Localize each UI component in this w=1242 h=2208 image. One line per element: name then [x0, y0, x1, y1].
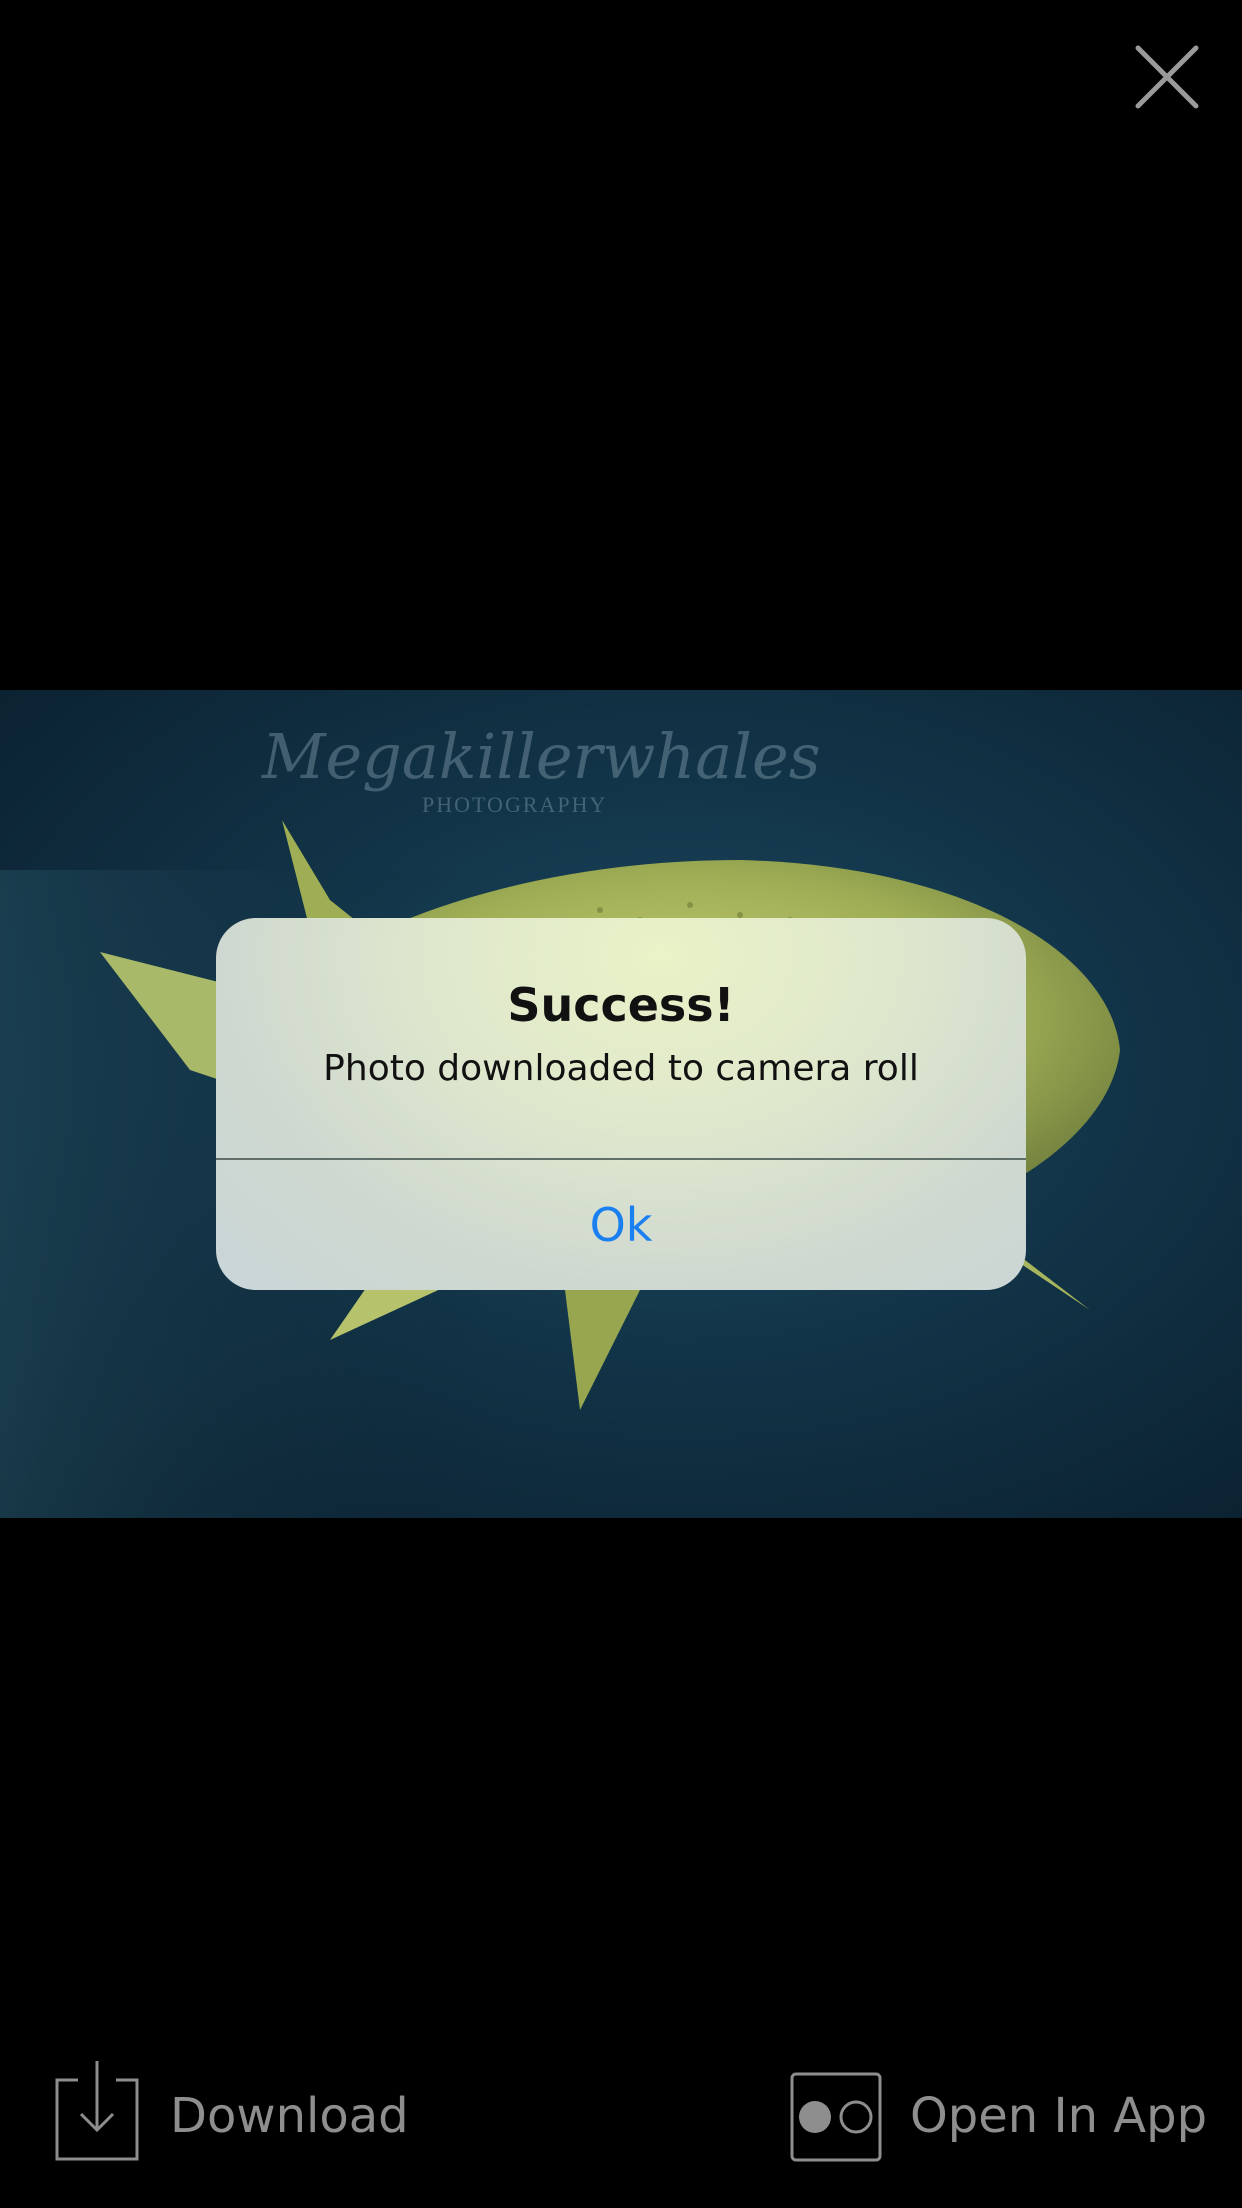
alert-message: Photo downloaded to camera roll — [323, 1048, 919, 1089]
download-button[interactable]: Download — [54, 2058, 474, 2162]
photo-watermark: Megakillerwhales PHOTOGRAPHY — [262, 720, 821, 830]
watermark-sub: PHOTOGRAPHY — [422, 792, 608, 817]
open-in-app-button[interactable]: Open In App — [790, 2072, 1210, 2162]
close-icon — [1135, 45, 1199, 109]
alert-title: Success! — [507, 978, 735, 1032]
close-button[interactable] — [1130, 40, 1204, 114]
download-icon — [55, 2061, 139, 2161]
success-alert: Success! Photo downloaded to camera roll… — [216, 918, 1026, 1290]
watermark-script: Megakillerwhales — [262, 720, 821, 793]
open-in-app-label: Open In App — [910, 2088, 1208, 2144]
flickr-icon — [790, 2072, 882, 2162]
bottom-toolbar: Download Open In App — [0, 2050, 1242, 2170]
download-label: Download — [170, 2088, 409, 2144]
ok-button[interactable]: Ok — [216, 1160, 1026, 1290]
